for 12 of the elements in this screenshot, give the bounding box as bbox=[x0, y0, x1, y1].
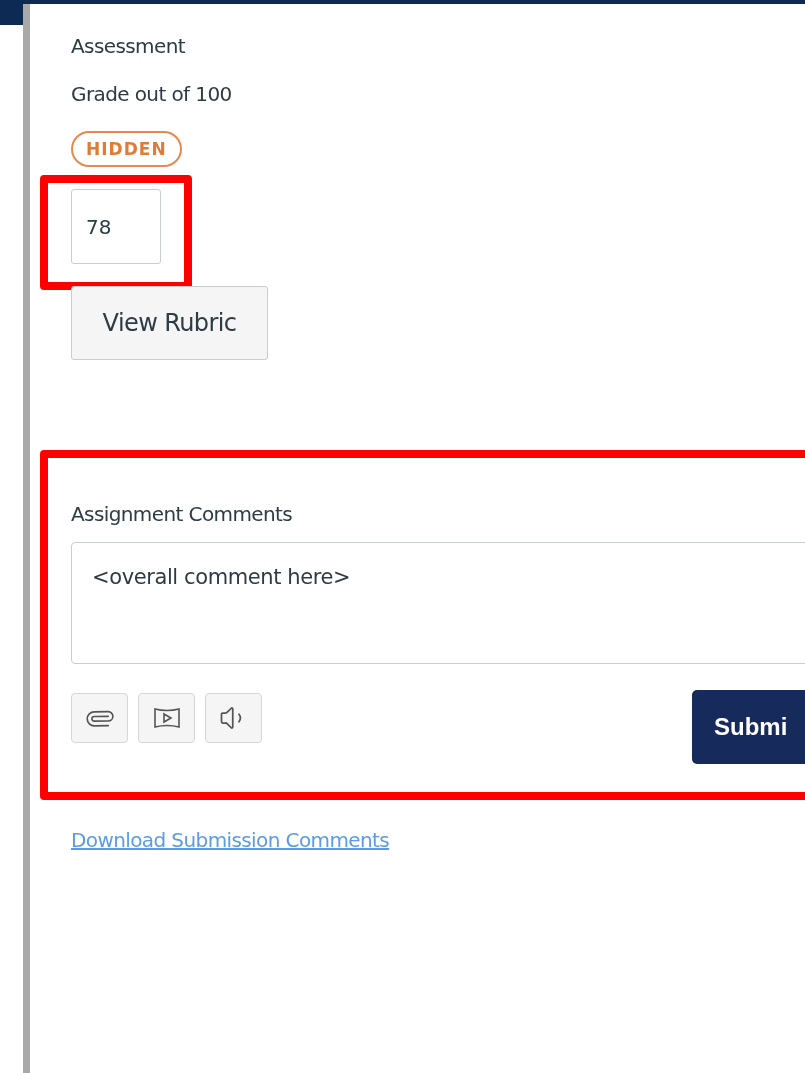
view-rubric-button[interactable]: View Rubric bbox=[71, 286, 268, 360]
video-icon bbox=[151, 705, 182, 731]
submit-button[interactable]: Submi bbox=[692, 690, 805, 764]
comments-label: Assignment Comments bbox=[71, 502, 294, 526]
grade-input[interactable]: 78 bbox=[71, 189, 161, 264]
section-title: Assessment bbox=[71, 34, 185, 58]
comment-field[interactable]: <overall comment here> bbox=[71, 542, 805, 664]
attach-button[interactable] bbox=[71, 693, 128, 743]
status-badge: HIDDEN bbox=[71, 131, 182, 167]
media-button[interactable] bbox=[138, 693, 195, 743]
grade-scale: Grade out of 100 bbox=[71, 82, 232, 106]
audio-button[interactable] bbox=[205, 693, 262, 743]
